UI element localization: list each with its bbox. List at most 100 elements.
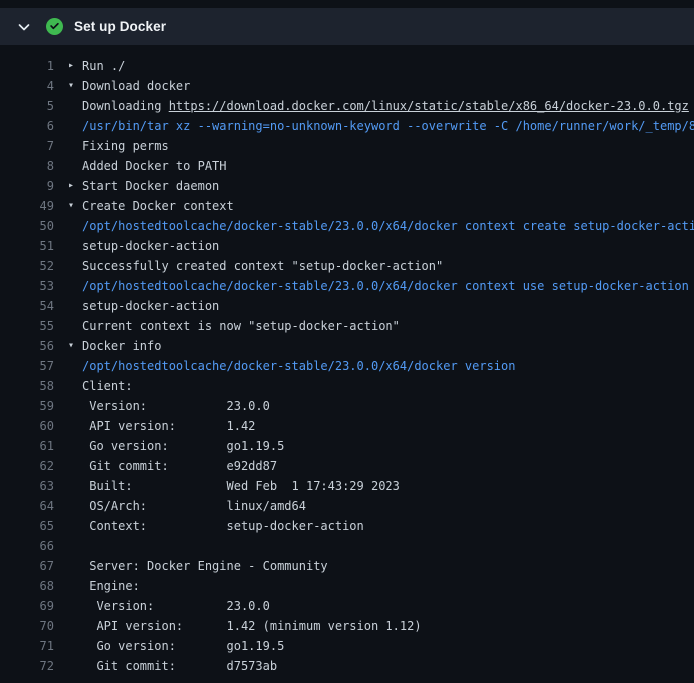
- group-expanded-icon[interactable]: ▾: [68, 336, 74, 356]
- success-check-circle-icon: [46, 18, 63, 35]
- line-number[interactable]: 49: [0, 196, 54, 216]
- line-number[interactable]: 52: [0, 256, 54, 276]
- line-number[interactable]: 6: [0, 116, 54, 136]
- log-line: 60 API version: 1.42: [0, 416, 694, 436]
- log-line: 63 Built: Wed Feb 1 17:43:29 2023: [0, 476, 694, 496]
- line-content: Added Docker to PATH: [68, 156, 227, 176]
- line-number[interactable]: 54: [0, 296, 54, 316]
- log-group-row[interactable]: 1 ▸ Run ./: [0, 56, 694, 76]
- log-group-row[interactable]: 4 ▾Download docker: [0, 76, 694, 96]
- line-number[interactable]: 62: [0, 456, 54, 476]
- line-number[interactable]: 72: [0, 656, 54, 676]
- line-number[interactable]: 61: [0, 436, 54, 456]
- line-content: API version: 1.42: [68, 416, 255, 436]
- log-group-row[interactable]: 49 ▾Create Docker context: [0, 196, 694, 216]
- line-number[interactable]: 71: [0, 636, 54, 656]
- chevron-down-icon[interactable]: [16, 19, 32, 35]
- log-text: Go version: go1.19.5: [82, 439, 284, 453]
- log-container: 1 ▸ Run ./ 4 ▾Download docker 5 Downloading ht…: [0, 45, 694, 676]
- log-text: Engine:: [82, 579, 140, 593]
- line-number[interactable]: 50: [0, 216, 54, 236]
- line-number[interactable]: 69: [0, 596, 54, 616]
- log-command-text: /opt/hostedtoolcache/docker-stable/23.0.…: [82, 359, 515, 373]
- step-header-set-up-docker[interactable]: Set up Docker: [0, 8, 694, 45]
- line-number[interactable]: 55: [0, 316, 54, 336]
- line-content: /opt/hostedtoolcache/docker-stable/23.0.…: [68, 276, 689, 296]
- line-number[interactable]: 65: [0, 516, 54, 536]
- line-number[interactable]: 58: [0, 376, 54, 396]
- log-link[interactable]: https://download.docker.com/linux/static…: [169, 99, 689, 113]
- log-line: 59 Version: 23.0.0: [0, 396, 694, 416]
- line-number[interactable]: 66: [0, 536, 54, 556]
- log-command-text: /usr/bin/tar xz --warning=no-unknown-key…: [82, 119, 694, 133]
- log-line: 5 Downloading https://download.docker.com…: [0, 96, 694, 116]
- log-line: 55 Current context is now "setup-docker-a…: [0, 316, 694, 336]
- group-collapsed-icon[interactable]: ▸: [68, 176, 74, 196]
- line-number[interactable]: 64: [0, 496, 54, 516]
- line-content: [68, 536, 82, 556]
- line-number[interactable]: 4: [0, 76, 54, 96]
- log-text: Fixing perms: [82, 139, 169, 153]
- log-line: 72 Git commit: d7573ab: [0, 656, 694, 676]
- line-number[interactable]: 63: [0, 476, 54, 496]
- line-content: /opt/hostedtoolcache/docker-stable/23.0.…: [68, 356, 515, 376]
- group-expanded-icon[interactable]: ▾: [68, 196, 74, 216]
- line-number[interactable]: 68: [0, 576, 54, 596]
- log-line: 57/opt/hostedtoolcache/docker-stable/23.…: [0, 356, 694, 376]
- group-expanded-icon[interactable]: ▾: [68, 76, 74, 96]
- line-content: Version: 23.0.0: [68, 596, 270, 616]
- line-content: Downloading https://download.docker.com/…: [68, 96, 689, 116]
- line-number[interactable]: 8: [0, 156, 54, 176]
- line-content: OS/Arch: linux/amd64: [68, 496, 306, 516]
- line-number[interactable]: 1: [0, 56, 54, 76]
- log-line: 71 Go version: go1.19.5: [0, 636, 694, 656]
- log-text: Version: 23.0.0: [82, 399, 270, 413]
- line-content: ▾Docker info: [68, 336, 161, 356]
- log-text: Run ./: [82, 59, 125, 73]
- line-number[interactable]: 60: [0, 416, 54, 436]
- line-number[interactable]: 59: [0, 396, 54, 416]
- log-group-row[interactable]: 56 ▾Docker info: [0, 336, 694, 356]
- log-text: OS/Arch: linux/amd64: [82, 499, 306, 513]
- line-content: ▾Create Docker context: [68, 196, 234, 216]
- line-content: API version: 1.42 (minimum version 1.12): [68, 616, 422, 636]
- line-number[interactable]: 7: [0, 136, 54, 156]
- line-number[interactable]: 5: [0, 96, 54, 116]
- line-content: Client:: [68, 376, 133, 396]
- group-collapsed-icon[interactable]: ▸: [68, 56, 74, 76]
- log-line: 58 Client:: [0, 376, 694, 396]
- log-line: 62 Git commit: e92dd87: [0, 456, 694, 476]
- line-content: Current context is now "setup-docker-act…: [68, 316, 400, 336]
- log-text: Successfully created context "setup-dock…: [82, 259, 443, 273]
- log-line: 65 Context: setup-docker-action: [0, 516, 694, 536]
- line-content: Engine:: [68, 576, 140, 596]
- line-number[interactable]: 56: [0, 336, 54, 356]
- log-text: setup-docker-action: [82, 299, 219, 313]
- log-text: Context: setup-docker-action: [82, 519, 364, 533]
- line-content: ▸ Run ./: [68, 56, 125, 76]
- log-line: 61 Go version: go1.19.5: [0, 436, 694, 456]
- log-text: Git commit: e92dd87: [82, 459, 277, 473]
- log-line: 70 API version: 1.42 (minimum version 1.…: [0, 616, 694, 636]
- line-number[interactable]: 53: [0, 276, 54, 296]
- log-text: Version: 23.0.0: [82, 599, 270, 613]
- line-number[interactable]: 51: [0, 236, 54, 256]
- log-group-row[interactable]: 9 ▸ Start Docker daemon: [0, 176, 694, 196]
- line-number[interactable]: 57: [0, 356, 54, 376]
- line-number[interactable]: 70: [0, 616, 54, 636]
- log-line: 7 Fixing perms: [0, 136, 694, 156]
- line-content: ▾Download docker: [68, 76, 190, 96]
- log-command-text: /opt/hostedtoolcache/docker-stable/23.0.…: [82, 279, 689, 293]
- log-line: 6/usr/bin/tar xz --warning=no-unknown-ke…: [0, 116, 694, 136]
- line-number[interactable]: 67: [0, 556, 54, 576]
- log-line: 8 Added Docker to PATH: [0, 156, 694, 176]
- line-content: Server: Docker Engine - Community: [68, 556, 328, 576]
- log-text: Built: Wed Feb 1 17:43:29 2023: [82, 479, 400, 493]
- log-text: Git commit: d7573ab: [82, 659, 277, 673]
- line-number[interactable]: 9: [0, 176, 54, 196]
- log-text: Start Docker daemon: [82, 179, 219, 193]
- step-log-panel: Set up Docker 1▸Run ./4▾Download docker5…: [0, 8, 694, 676]
- log-text: API version: 1.42 (minimum version 1.12): [82, 619, 422, 633]
- line-content: Git commit: e92dd87: [68, 456, 277, 476]
- line-content: setup-docker-action: [68, 236, 219, 256]
